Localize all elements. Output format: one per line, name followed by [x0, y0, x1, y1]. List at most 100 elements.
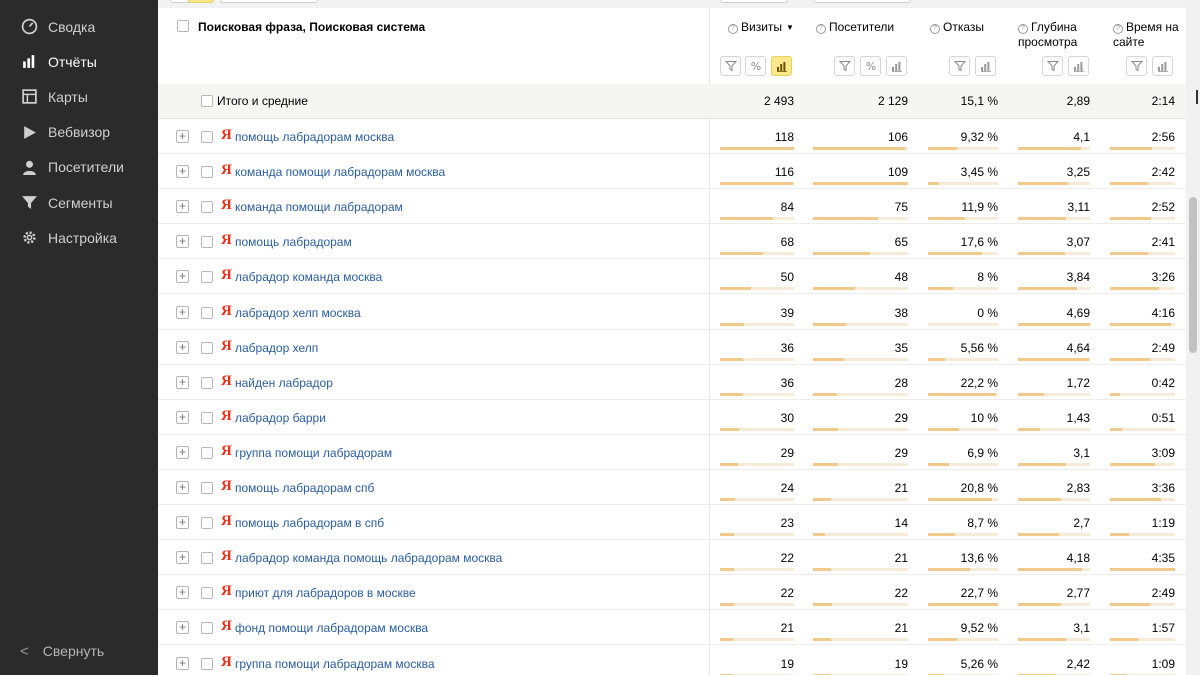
- help-icon[interactable]: ?: [930, 24, 940, 34]
- expand-row-button[interactable]: +: [176, 375, 189, 389]
- row-checkbox[interactable]: [201, 446, 213, 459]
- row-checkbox[interactable]: [201, 201, 213, 214]
- bar-chart-toggle-icon[interactable]: [771, 56, 792, 76]
- table-row[interactable]: + Якоманда помощи лабрадорам москва 116 109…: [158, 154, 1186, 190]
- row-checkbox[interactable]: [201, 482, 213, 494]
- table-row[interactable]: + Япомощь лабрадорам в спб 23 14 8,7 % 2,7 1:1…: [158, 505, 1186, 541]
- expand-row-button[interactable]: +: [176, 586, 189, 600]
- expand-row-button[interactable]: +: [176, 305, 189, 319]
- table-row[interactable]: + Яприют для лабрадоров в москве 22 22 22,7 …: [158, 575, 1186, 611]
- expand-row-button[interactable]: +: [176, 270, 189, 284]
- table-row[interactable]: + Ялабрадор хелп 36 35 5,56 % 4,64 2:49: [158, 330, 1186, 365]
- help-icon[interactable]: ?: [728, 24, 738, 34]
- table-row[interactable]: + Япомощь лабрадорам 68 65 17,6 % 3,07 2:41: [158, 224, 1186, 260]
- table-row[interactable]: + Ялабрадор команда помощь лабрадорам мос…: [158, 540, 1186, 576]
- table-row[interactable]: + Ялабрадор хелп москва 39 38 0 % 4,69 4:16: [158, 295, 1186, 330]
- scrollbar-thumb[interactable]: [1189, 197, 1197, 353]
- row-checkbox[interactable]: [201, 306, 213, 319]
- sidebar-item-6[interactable]: Настройка: [0, 220, 158, 255]
- row-checkbox[interactable]: [201, 657, 213, 670]
- search-phrase-link[interactable]: помощь лабрадорам в спб: [235, 516, 384, 530]
- search-phrase-link[interactable]: найден лабрадор: [235, 376, 333, 390]
- search-phrase-link[interactable]: помощь лабрадорам москва: [235, 130, 394, 144]
- expand-row-button[interactable]: +: [176, 656, 189, 670]
- table-row[interactable]: + Яфонд помощи лабрадорам москва 21 21 9,52 …: [158, 610, 1186, 646]
- column-header-1[interactable]: ? Посетители: [816, 20, 926, 35]
- expand-row-button[interactable]: +: [176, 516, 189, 530]
- expand-row-button[interactable]: +: [176, 551, 189, 565]
- expand-row-button[interactable]: +: [176, 410, 189, 424]
- help-icon[interactable]: ?: [816, 24, 826, 34]
- table-row[interactable]: + Ялабрадор команда москва 50 48 8 % 3,84 3:26: [158, 259, 1186, 295]
- table-row[interactable]: + Ялабрадор барри 30 29 10 % 1,43 0:51: [158, 400, 1186, 435]
- row-checkbox[interactable]: [201, 552, 213, 565]
- row-checkbox[interactable]: [201, 411, 213, 424]
- expand-row-button[interactable]: +: [176, 200, 189, 214]
- row-checkbox[interactable]: [201, 517, 213, 530]
- dimension-header[interactable]: Поисковая фраза, Поисковая система: [198, 20, 425, 35]
- search-phrase-link[interactable]: лабрадор барри: [235, 411, 326, 425]
- toolbar-active-stub[interactable]: [188, 0, 214, 3]
- totals-checkbox[interactable]: [201, 95, 213, 107]
- sidebar-item-5[interactable]: Сегменты: [0, 185, 158, 220]
- row-checkbox[interactable]: [201, 587, 213, 600]
- search-phrase-link[interactable]: фонд помощи лабрадорам москва: [235, 621, 428, 635]
- filter-icon[interactable]: [720, 56, 741, 76]
- percent-icon[interactable]: %: [860, 56, 881, 76]
- filter-icon[interactable]: [1042, 56, 1063, 76]
- toolbar-button-stub-2[interactable]: [720, 0, 788, 3]
- table-row[interactable]: + Япомощь лабрадорам москва 118 106 9,32 % 4,…: [158, 119, 1186, 154]
- help-icon[interactable]: ?: [1113, 24, 1123, 34]
- expand-row-button[interactable]: +: [176, 165, 189, 179]
- help-icon[interactable]: ?: [1018, 24, 1028, 34]
- expand-row-button[interactable]: +: [176, 621, 189, 635]
- search-phrase-link[interactable]: группа помощи лабрадорам: [235, 446, 392, 460]
- bar-chart-toggle-icon[interactable]: [1068, 56, 1089, 76]
- row-checkbox[interactable]: [201, 236, 213, 249]
- search-phrase-link[interactable]: лабрадор хелп: [235, 341, 318, 355]
- expand-row-button[interactable]: +: [176, 445, 189, 459]
- row-checkbox[interactable]: [201, 622, 213, 635]
- table-row[interactable]: + Ягруппа помощи лабрадорам 29 29 6,9 % 3,1 3:…: [158, 435, 1186, 470]
- bar-chart-toggle-icon[interactable]: [886, 56, 907, 76]
- expand-row-button[interactable]: +: [176, 235, 189, 249]
- filter-icon[interactable]: [949, 56, 970, 76]
- column-header-4[interactable]: ? Время на сайте: [1113, 20, 1183, 50]
- row-checkbox[interactable]: [201, 131, 213, 143]
- sidebar-item-2[interactable]: Карты: [0, 79, 158, 114]
- row-checkbox[interactable]: [201, 271, 213, 284]
- search-phrase-link[interactable]: помощь лабрадорам спб: [235, 481, 374, 495]
- search-phrase-link[interactable]: лабрадор команда помощь лабрадорам москв…: [235, 551, 502, 565]
- search-phrase-link[interactable]: лабрадор команда москва: [235, 270, 382, 284]
- sidebar-item-0[interactable]: Сводка: [0, 9, 158, 44]
- filter-icon[interactable]: [834, 56, 855, 76]
- toolbar-select-stub[interactable]: [220, 0, 318, 3]
- search-phrase-link[interactable]: лабрадор хелп москва: [235, 306, 361, 320]
- filter-icon[interactable]: [1126, 56, 1147, 76]
- bar-chart-toggle-icon[interactable]: [975, 56, 996, 76]
- row-checkbox[interactable]: [201, 376, 213, 389]
- column-header-3[interactable]: ? Глубина просмотра: [1018, 20, 1088, 50]
- expand-row-button[interactable]: +: [176, 481, 189, 494]
- search-phrase-link[interactable]: команда помощи лабрадорам: [235, 200, 403, 214]
- row-checkbox[interactable]: [201, 166, 213, 179]
- table-row[interactable]: + Япомощь лабрадорам спб 24 21 20,8 % 2,83 3:3…: [158, 470, 1186, 505]
- collapse-sidebar-button[interactable]: < Свернуть: [0, 636, 158, 666]
- search-phrase-link[interactable]: приют для лабрадоров в москве: [235, 586, 416, 600]
- search-phrase-link[interactable]: помощь лабрадорам: [235, 235, 352, 249]
- search-phrase-link[interactable]: группа помощи лабрадорам москва: [235, 657, 435, 671]
- expand-row-button[interactable]: +: [176, 340, 189, 354]
- sort-arrow-icon[interactable]: ▼: [786, 23, 794, 32]
- table-row[interactable]: + Янайден лабрадор 36 28 22,2 % 1,72 0:42: [158, 365, 1186, 400]
- search-phrase-link[interactable]: команда помощи лабрадорам москва: [235, 165, 445, 179]
- sidebar-item-1[interactable]: Отчёты: [0, 44, 158, 79]
- select-all-checkbox[interactable]: [177, 20, 189, 32]
- toolbar-button-stub-3[interactable]: [813, 0, 911, 3]
- bar-chart-toggle-icon[interactable]: [1152, 56, 1173, 76]
- sidebar-item-4[interactable]: Посетители: [0, 150, 158, 185]
- percent-icon[interactable]: %: [745, 56, 766, 76]
- table-row[interactable]: + Ягруппа помощи лабрадорам москва 19 19 5,2…: [158, 646, 1186, 675]
- table-row[interactable]: + Якоманда помощи лабрадорам 84 75 11,9 % 3,1…: [158, 189, 1186, 225]
- sidebar-item-3[interactable]: Вебвизор: [0, 115, 158, 150]
- row-checkbox[interactable]: [201, 341, 213, 354]
